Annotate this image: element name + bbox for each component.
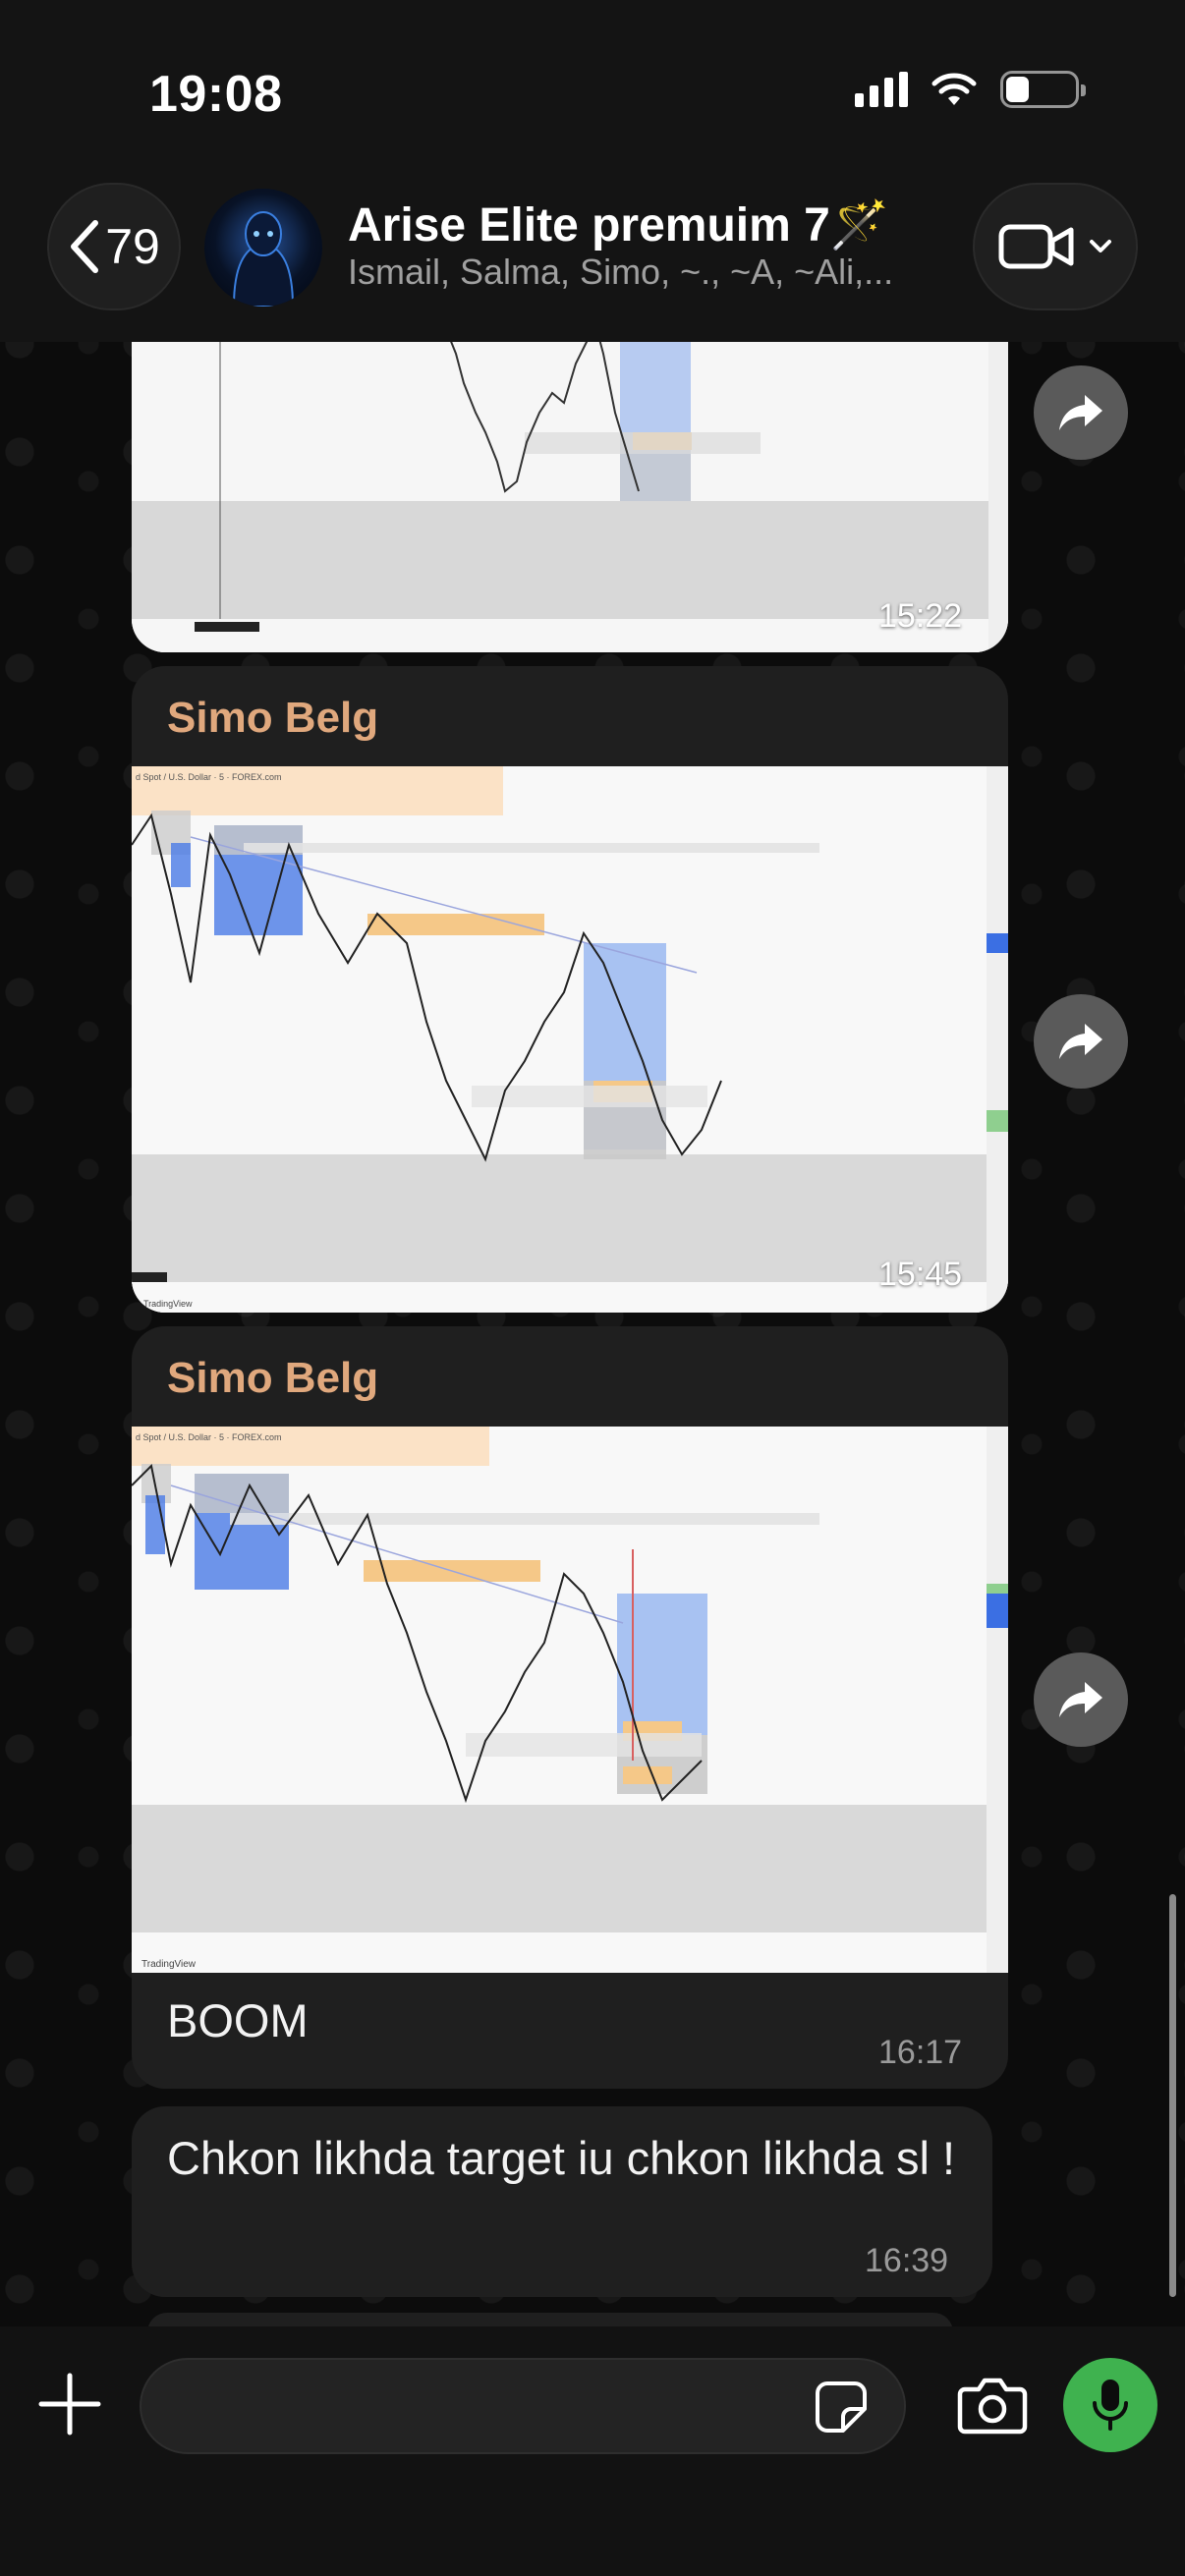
text-message[interactable]: Chkon likhda target iu chkon likhda sl !… (132, 2106, 992, 2297)
message-time: 15:22 (878, 597, 963, 635)
image-caption: BOOM (167, 1994, 309, 2046)
sticker-icon[interactable] (814, 2380, 869, 2435)
scroll-indicator[interactable] (1169, 1894, 1176, 2297)
message-text: Chkon likhda target iu chkon likhda sl ! (167, 2132, 956, 2184)
chart-image-1[interactable] (132, 324, 1008, 652)
forward-icon (1059, 395, 1102, 430)
message-time: 16:39 (865, 2242, 949, 2279)
status-time: 19:08 (149, 66, 283, 123)
chart-graphic: d Spot / U.S. Dollar · 5 · FOREX.com Tra… (132, 1427, 1008, 1973)
camera-icon[interactable] (957, 2376, 1028, 2435)
avatar-figure (232, 211, 295, 307)
voice-record-button[interactable] (1063, 2358, 1157, 2452)
image-message-1[interactable]: 15:22 (132, 324, 1008, 652)
battery-icon (1000, 71, 1086, 108)
forward-icon (1059, 1024, 1102, 1059)
group-title[interactable]: Arise Elite premuim 7🪄 (348, 196, 889, 252)
status-icons (855, 71, 1086, 108)
forward-button[interactable] (1034, 994, 1128, 1089)
plus-icon[interactable] (35, 2370, 104, 2438)
chart-graphic (132, 324, 1008, 652)
forward-button[interactable] (1034, 1652, 1128, 1747)
wifi-icon (931, 73, 977, 105)
sender-name: Simo Belg (167, 694, 379, 742)
microphone-icon (1093, 2380, 1128, 2431)
image-message-2[interactable]: Simo Belg d Spot / U.S. Dollar · 5 · FOR… (132, 666, 1008, 1313)
chat-header: 19:08 79 Arise Elite premuim 7🪄 Ismail, … (0, 0, 1185, 342)
chart-caption: d Spot / U.S. Dollar · 5 · FOREX.com (136, 772, 282, 782)
group-members[interactable]: Ismail, Salma, Simo, ~., ~A, ~Ali,... (348, 252, 893, 293)
back-button[interactable]: 79 (47, 183, 181, 310)
message-time: 15:45 (878, 1256, 963, 1293)
sender-name: Simo Belg (167, 1354, 379, 1402)
video-icon (998, 224, 1074, 269)
message-time: 16:17 (878, 2034, 963, 2071)
unread-count: 79 (105, 219, 160, 274)
chat-screen: 15:22 Simo Belg d Spot / U.S. Dollar · 5… (0, 0, 1185, 2576)
chart-watermark: TradingView (143, 1299, 193, 1309)
signal-icon (855, 72, 908, 107)
chart-image-3[interactable]: d Spot / U.S. Dollar · 5 · FOREX.com Tra… (132, 1427, 1008, 1973)
message-input[interactable] (140, 2358, 906, 2454)
chevron-down-icon (1090, 240, 1111, 252)
chart-caption: d Spot / U.S. Dollar · 5 · FOREX.com (136, 1432, 282, 1442)
chevron-left-icon (71, 220, 99, 273)
image-message-3[interactable]: Simo Belg d Spot / U.S. Dollar · 5 · FOR… (132, 1326, 1008, 2089)
group-avatar[interactable] (204, 189, 322, 307)
chart-watermark: TradingView (141, 1959, 197, 1970)
chart-graphic: d Spot / U.S. Dollar · 5 · FOREX.com Tra… (132, 766, 1008, 1313)
forward-icon (1059, 1682, 1102, 1717)
forward-button[interactable] (1034, 365, 1128, 460)
video-call-button[interactable] (973, 183, 1138, 310)
chart-image-2[interactable]: d Spot / U.S. Dollar · 5 · FOREX.com Tra… (132, 766, 1008, 1313)
